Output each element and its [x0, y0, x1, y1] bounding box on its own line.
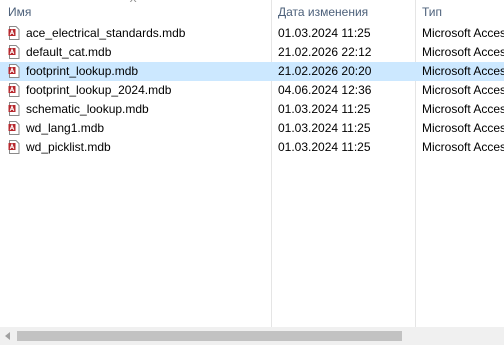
sort-ascending-icon: ^	[129, 0, 137, 7]
file-type: Microsoft Acces	[422, 64, 504, 78]
scrollbar-thumb[interactable]	[17, 331, 402, 341]
file-type: Microsoft Acces	[422, 26, 504, 40]
file-row[interactable]: wd_lang1.mdb 01.03.2024 11:25 Microsoft Ac…	[0, 119, 504, 138]
column-header-bar: Имя ^ Дата изменения Тип	[0, 0, 504, 24]
access-db-icon	[8, 45, 20, 59]
column-header-name[interactable]: Имя	[8, 5, 31, 19]
file-row[interactable]: ace_electrical_standards.mdb 01.03.2024 1…	[0, 24, 504, 43]
file-name: schematic_lookup.mdb	[26, 102, 149, 116]
file-type: Microsoft Acces	[422, 121, 504, 135]
file-name: wd_picklist.mdb	[26, 140, 111, 154]
file-row[interactable]: footprint_lookup.mdb 21.02.2026 20:20 Micr…	[0, 62, 504, 81]
file-date: 01.03.2024 11:25	[278, 26, 371, 40]
file-date: 01.03.2024 11:25	[278, 121, 371, 135]
file-date: 01.03.2024 11:25	[278, 102, 371, 116]
file-type: Microsoft Acces	[422, 83, 504, 97]
column-header-type[interactable]: Тип	[422, 5, 442, 19]
file-row[interactable]: wd_picklist.mdb 01.03.2024 11:25 Microsoft…	[0, 138, 504, 157]
access-db-icon	[8, 121, 20, 135]
file-row[interactable]: footprint_lookup_2024.mdb 04.06.2024 12:3…	[0, 81, 504, 100]
file-row[interactable]: default_cat.mdb 21.02.2026 22:12 Microsoft…	[0, 43, 504, 62]
file-date: 04.06.2024 12:36	[278, 83, 372, 97]
file-name: footprint_lookup_2024.mdb	[26, 83, 172, 97]
file-type: Microsoft Acces	[422, 140, 504, 154]
column-header-date[interactable]: Дата изменения	[278, 5, 368, 19]
access-db-icon	[8, 83, 20, 97]
access-db-icon	[8, 64, 20, 78]
access-db-icon	[8, 26, 20, 40]
file-row[interactable]: schematic_lookup.mdb 01.03.2024 11:25 Micr…	[0, 100, 504, 119]
access-db-icon	[8, 140, 20, 154]
file-name: wd_lang1.mdb	[26, 121, 105, 135]
scroll-left-arrow-icon	[5, 332, 10, 340]
file-date: 21.02.2026 20:20	[278, 64, 372, 78]
file-name: ace_electrical_standards.mdb	[26, 26, 186, 40]
scroll-left-button[interactable]	[0, 327, 17, 345]
file-name: footprint_lookup.mdb	[26, 64, 139, 78]
horizontal-scrollbar[interactable]	[0, 327, 504, 345]
file-date: 01.03.2024 11:25	[278, 140, 371, 154]
access-db-icon	[8, 102, 20, 116]
file-name: default_cat.mdb	[26, 45, 112, 59]
file-date: 21.02.2026 22:12	[278, 45, 372, 59]
file-type: Microsoft Acces	[422, 45, 504, 59]
file-type: Microsoft Acces	[422, 102, 504, 116]
